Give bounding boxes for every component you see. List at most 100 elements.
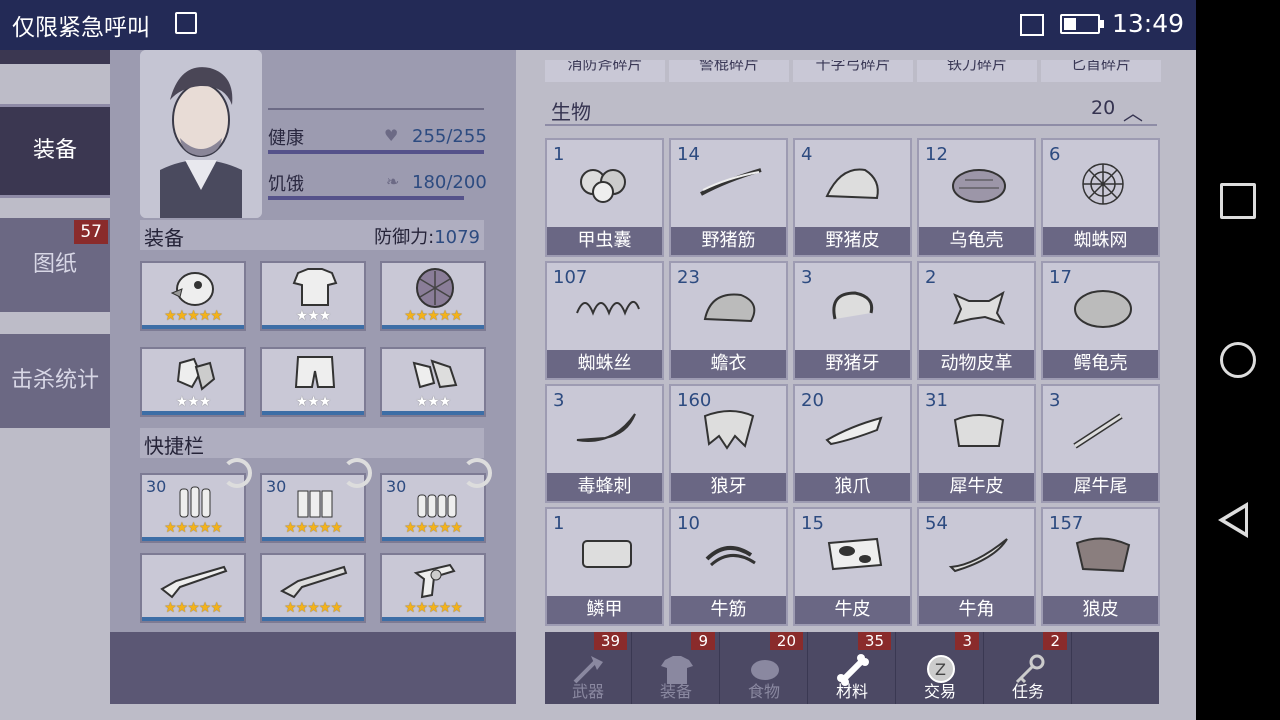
swap-icon[interactable]	[222, 458, 252, 488]
equip-slot-armor[interactable]: ★★★★★	[380, 261, 486, 331]
rating-stars: ★★★★★	[284, 600, 343, 616]
carrier-text: 仅限紧急呼叫	[12, 15, 150, 41]
inventory-item[interactable]: 3 毒蜂刺	[545, 384, 664, 503]
collapse-chevron-icon[interactable]: ︿	[1123, 97, 1143, 126]
inventory-item[interactable]: 160 狼牙	[669, 384, 788, 503]
rating-stars: ★★★	[295, 394, 332, 410]
inventory-item[interactable]: 107 蜘蛛丝	[545, 261, 664, 380]
game-screen: 装备 图纸 57 击杀统计 健康 ♥ 255/255 饥饿 ❧ 180/200	[0, 50, 1196, 720]
inventory-item[interactable]: 3 野猪牙	[793, 261, 912, 380]
category-tab-bar: 39 武器 9 装备 20 食物 35 材料 3 Z 交易 2 任务	[545, 632, 1159, 704]
wolf-pelt-icon	[1075, 537, 1131, 573]
sneakers-icon	[412, 359, 458, 389]
category-count: 20	[1091, 97, 1116, 119]
home-button[interactable]	[1220, 342, 1256, 378]
inventory-item[interactable]: 4 野猪皮	[793, 138, 912, 257]
back-button[interactable]	[1218, 502, 1248, 538]
swap-icon[interactable]	[462, 458, 492, 488]
inventory-item[interactable]: 6 蜘蛛网	[1041, 138, 1160, 257]
equip-slot-helmet[interactable]: ★★★★★	[140, 261, 246, 331]
swap-icon[interactable]	[342, 458, 372, 488]
inventory-item[interactable]: 157 狼皮	[1041, 507, 1160, 626]
boar-tendon-icon	[700, 168, 762, 196]
equip-slot-top[interactable]: ★★★	[260, 261, 366, 331]
tab-weapons[interactable]: 39 武器	[545, 632, 632, 704]
health-bar	[268, 150, 484, 154]
item-count: 6	[1049, 144, 1061, 165]
ammo-count: 30	[146, 477, 167, 496]
item-count: 2	[925, 267, 937, 288]
rhino-hide-icon	[953, 414, 1005, 447]
item-name: 鳄龟壳	[1043, 350, 1158, 378]
item-name: 蜘蛛丝	[547, 350, 662, 378]
rating-stars: ★★★★★	[404, 520, 463, 536]
rating-stars: ★★★★★	[404, 308, 463, 324]
tab-gear[interactable]: 9 装备	[633, 632, 720, 704]
wasp-stinger-icon	[576, 413, 636, 442]
inventory-item[interactable]: 14 野猪筋	[669, 138, 788, 257]
rating-stars: ★★★	[175, 394, 212, 410]
rating-stars: ★★★★★	[404, 600, 463, 616]
rating-stars: ★★★★★	[164, 308, 223, 324]
quickbar-slot-4[interactable]: ★★★★★	[140, 553, 246, 623]
item-name: 野猪皮	[795, 227, 910, 255]
quickbar-header: 快捷栏	[140, 428, 484, 458]
quickbar-slot-6[interactable]: ★★★★★	[380, 553, 486, 623]
quickbar-slot-5[interactable]: ★★★★★	[260, 553, 366, 623]
item-count: 4	[801, 144, 813, 165]
shotgun-shells-icon	[297, 490, 333, 518]
rifle-ammo-icon	[179, 486, 211, 518]
equip-slot-gloves[interactable]: ★★★	[140, 347, 246, 417]
inventory-item[interactable]: 2 动物皮革	[917, 261, 1036, 380]
turtle-shell-armor-icon	[416, 268, 454, 308]
tab-kill-stats[interactable]: 击杀统计	[0, 334, 110, 428]
rating-stars: ★★★	[295, 308, 332, 324]
tab-trade[interactable]: 3 Z 交易	[897, 632, 984, 704]
tab-gear-label: 装备	[659, 682, 692, 701]
item-name: 蟾衣	[671, 350, 786, 378]
inventory-item[interactable]: 17 鳄龟壳	[1041, 261, 1160, 380]
rating-stars: ★★★	[415, 394, 452, 410]
recent-apps-button[interactable]	[1220, 183, 1256, 219]
food-badge: 20	[769, 632, 803, 650]
inventory-item[interactable]: 10 牛筋	[669, 507, 788, 626]
inventory-item[interactable]: 54 牛角	[917, 507, 1036, 626]
trade-badge: 3	[955, 632, 979, 650]
equip-slot-pants[interactable]: ★★★	[260, 347, 366, 417]
rating-stars: ★★★★★	[164, 600, 223, 616]
clock: 13:49	[1112, 9, 1185, 38]
battery-icon	[1060, 14, 1104, 34]
tab-materials[interactable]: 35 材料	[809, 632, 896, 704]
inventory-item[interactable]: 20 狼爪	[793, 384, 912, 503]
stat-divider	[268, 108, 484, 110]
inventory-item-label: 警棍碎片	[669, 60, 789, 82]
rating-stars: ★★★★★	[284, 520, 343, 536]
cowhide-icon	[827, 537, 883, 571]
ox-horn-icon	[948, 538, 1008, 573]
sim-alert-icon	[1020, 14, 1044, 36]
equipment-title: 装备	[144, 226, 184, 250]
heart-icon: ♥	[384, 126, 399, 145]
tab-blueprints[interactable]: 图纸 57	[0, 218, 110, 312]
snapping-turtle-shell-icon	[1074, 290, 1132, 328]
tab-quests[interactable]: 2 任务	[985, 632, 1072, 704]
category-divider	[545, 124, 1157, 126]
inventory-item[interactable]: 31 犀牛皮	[917, 384, 1036, 503]
scale-armor-icon	[582, 540, 632, 568]
system-nav-bar	[1196, 0, 1280, 720]
status-bar: 仅限紧急呼叫 13:49	[0, 0, 1196, 50]
hunger-bar	[268, 196, 464, 200]
tab-food[interactable]: 20 食物	[721, 632, 808, 704]
inventory-item-label: 十字弓碎片	[793, 60, 913, 82]
panel-footer	[110, 632, 516, 704]
inventory-item[interactable]: 23 蟾衣	[669, 261, 788, 380]
header-strip	[0, 50, 118, 64]
inventory-item[interactable]: 1 鳞甲	[545, 507, 664, 626]
tab-equipment[interactable]: 装备	[0, 104, 110, 198]
inventory-item[interactable]: 3 犀牛尾	[1041, 384, 1160, 503]
inventory-item[interactable]: 15 牛皮	[793, 507, 912, 626]
inventory-item[interactable]: 1 甲虫囊	[545, 138, 664, 257]
equip-slot-shoes[interactable]: ★★★	[380, 347, 486, 417]
beetle-sac-icon	[580, 169, 626, 203]
inventory-item[interactable]: 12 乌龟壳	[917, 138, 1036, 257]
